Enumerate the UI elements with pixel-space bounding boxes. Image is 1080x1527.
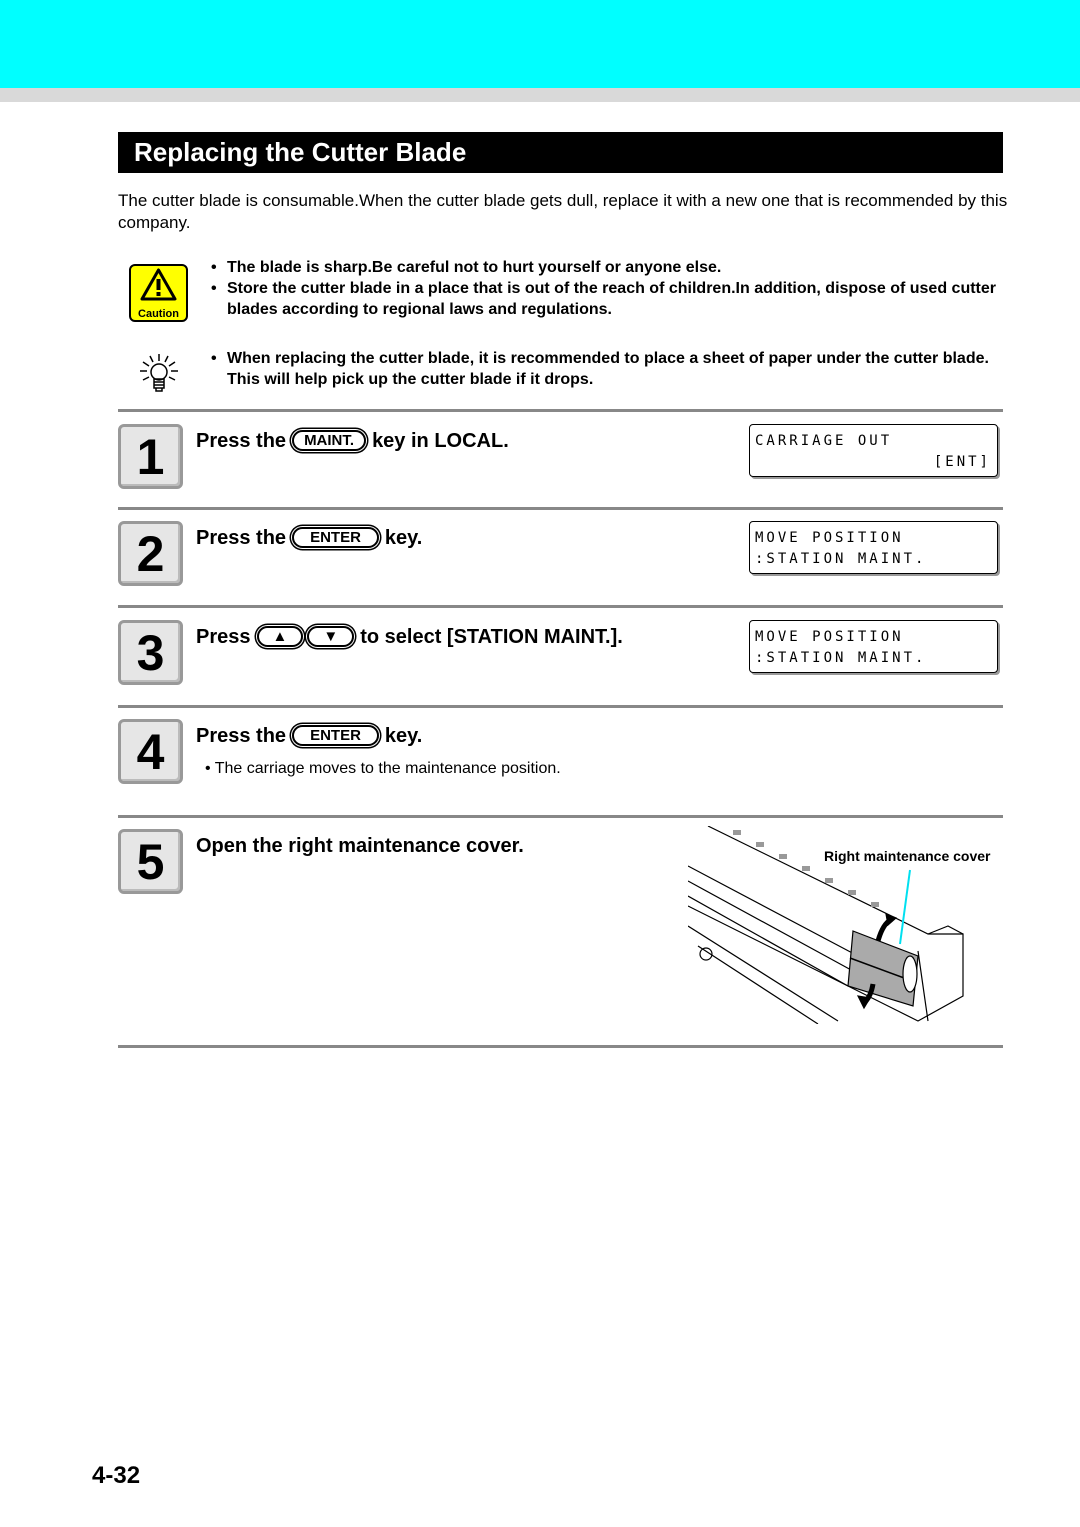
step-number: 2 bbox=[118, 521, 183, 586]
step-text: Press the bbox=[196, 430, 287, 452]
lightbulb-icon bbox=[138, 352, 180, 401]
caution-icon: Caution bbox=[129, 264, 188, 322]
tip-item: When replacing the cutter blade, it is r… bbox=[211, 348, 1001, 390]
step-3-instruction: Press ▲ ▼ to select [STATION MAINT.]. bbox=[196, 624, 623, 650]
step-2-instruction: Press the ENTER key. bbox=[196, 525, 422, 551]
step-text: key. bbox=[384, 725, 423, 747]
divider bbox=[118, 409, 1003, 412]
header-strip bbox=[0, 88, 1080, 102]
up-key: ▲ bbox=[256, 626, 304, 647]
step-text: to select [STATION MAINT.]. bbox=[360, 626, 623, 648]
lcd-display: CARRIAGE OUT [ENT] bbox=[749, 424, 998, 477]
divider bbox=[118, 815, 1003, 818]
printer-illustration: Right maintenance cover bbox=[687, 825, 991, 1029]
step-text: key in LOCAL. bbox=[372, 430, 509, 452]
page-title: Replacing the Cutter Blade bbox=[118, 132, 1003, 173]
step-text: key. bbox=[384, 527, 423, 549]
down-key: ▼ bbox=[307, 626, 355, 647]
step-number: 3 bbox=[118, 620, 183, 685]
caution-label: Caution bbox=[138, 308, 179, 320]
divider bbox=[118, 605, 1003, 608]
step-number: 1 bbox=[118, 424, 183, 489]
enter-key: ENTER bbox=[292, 527, 379, 548]
lcd-line: :STATION MAINT. bbox=[755, 650, 927, 666]
step-text: Press bbox=[196, 626, 251, 648]
lcd-display: MOVE POSITION :STATION MAINT. bbox=[749, 620, 998, 673]
header-band bbox=[0, 0, 1080, 88]
lcd-line: :STATION MAINT. bbox=[755, 551, 927, 567]
lcd-line: MOVE POSITION bbox=[755, 530, 904, 546]
lcd-display: MOVE POSITION :STATION MAINT. bbox=[749, 521, 998, 574]
caution-item: The blade is sharp.Be careful not to hur… bbox=[211, 257, 1001, 278]
maint-key: MAINT. bbox=[292, 430, 367, 451]
step-text: Press the bbox=[196, 725, 287, 747]
step-5-instruction: Open the right maintenance cover. bbox=[196, 835, 524, 857]
step-number: 5 bbox=[118, 829, 183, 894]
page-number: 4-32 bbox=[92, 1462, 141, 1489]
tip-list: When replacing the cutter blade, it is r… bbox=[211, 348, 1001, 390]
divider bbox=[118, 1045, 1003, 1048]
caution-list: The blade is sharp.Be careful not to hur… bbox=[211, 257, 1001, 320]
step-4-instruction: Press the ENTER key. bbox=[196, 723, 422, 749]
step-1-instruction: Press the MAINT. key in LOCAL. bbox=[196, 428, 509, 454]
step-text: Press the bbox=[196, 527, 287, 549]
step-number: 4 bbox=[118, 719, 183, 784]
divider bbox=[118, 705, 1003, 708]
lcd-line: MOVE POSITION bbox=[755, 629, 904, 645]
intro-text: The cutter blade is consumable.When the … bbox=[118, 191, 1008, 232]
figure-label: Right maintenance cover bbox=[824, 848, 991, 864]
lcd-line: [ENT] bbox=[933, 454, 991, 470]
step-4-note: • The carriage moves to the maintenance … bbox=[205, 760, 561, 777]
divider bbox=[118, 507, 1003, 510]
enter-key: ENTER bbox=[292, 725, 379, 746]
lcd-line: CARRIAGE OUT bbox=[755, 433, 893, 449]
caution-item: Store the cutter blade in a place that i… bbox=[211, 278, 1001, 320]
